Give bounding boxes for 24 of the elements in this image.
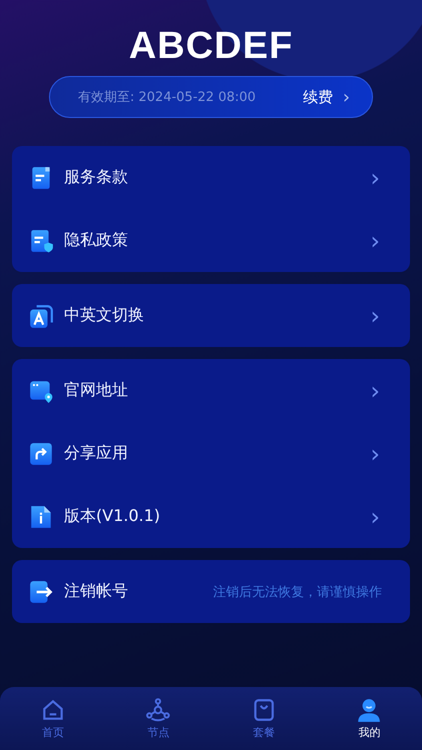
menu-item[interactable]: 注销帐号 (64, 581, 213, 602)
chevron-icon: › (370, 504, 380, 528)
chevron-icon: › (370, 304, 380, 328)
renew-button[interactable]: 续费 (302, 88, 333, 106)
menu-item[interactable]: 官网地址 (64, 380, 370, 401)
letter-icon (28, 302, 54, 328)
share-icon (28, 440, 54, 466)
exit-icon (28, 578, 54, 604)
chevron-icon: › (370, 166, 380, 190)
chevron-icon: › (370, 442, 380, 466)
menu-item[interactable]: 版本(V1.0.1) (64, 506, 370, 527)
menu-item[interactable]: 分享应用 (64, 443, 370, 464)
warning-text: 注销后无法恢复，请谨慎操作 (213, 584, 382, 600)
tab[interactable]: 我的 (316, 687, 422, 750)
menu-item[interactable]: 隐私政策 (64, 230, 370, 251)
nodes-icon (145, 697, 172, 723)
chevron-icon: › (370, 228, 380, 252)
menu-item[interactable]: 中英文切换 (64, 305, 370, 326)
expiry-text: 有效期至: 2024-05-22 08:00 (78, 89, 257, 106)
menu-item[interactable]: 服务条款 (64, 167, 370, 188)
user-icon (356, 697, 382, 723)
app-title: ABCDEF (128, 24, 294, 68)
chevron-icon: › (370, 378, 380, 402)
chevron-icon: › (342, 86, 350, 108)
